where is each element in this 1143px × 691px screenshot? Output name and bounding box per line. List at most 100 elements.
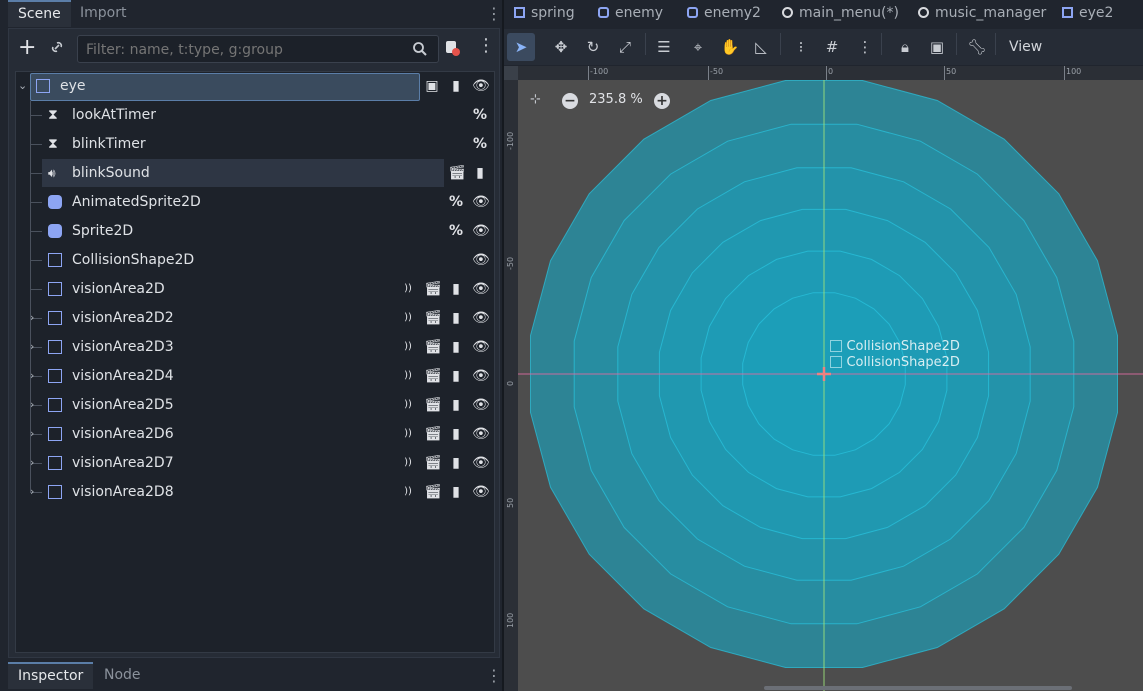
- tree-row-CollisionShape2D[interactable]: CollisionShape2D 👁︎: [16, 246, 492, 275]
- group-icon[interactable]: ▣: [923, 33, 951, 61]
- tree-row-visionArea2D5[interactable]: › visionArea2D5 👁︎ ▮ 🎬︎)): [16, 391, 492, 420]
- eye-icon[interactable]: 👁︎: [472, 455, 490, 471]
- eye-icon[interactable]: 👁︎: [472, 194, 490, 210]
- tree-row-eye[interactable]: ⌄ eye 👁︎ ▮ ▣: [16, 72, 492, 101]
- pivot-tool-icon[interactable]: ⌖: [684, 33, 712, 61]
- clapper-icon[interactable]: 🎬︎: [424, 368, 442, 384]
- clapper-icon[interactable]: 🎬︎: [424, 426, 442, 442]
- ruler-tool-icon[interactable]: ◺: [747, 33, 775, 61]
- unique-name-icon[interactable]: %: [472, 136, 488, 152]
- filter-field[interactable]: [77, 35, 439, 64]
- script-icon[interactable]: ▮: [448, 426, 464, 442]
- move-tool-icon[interactable]: ✥: [547, 33, 575, 61]
- signal-icon[interactable]: )): [400, 281, 416, 297]
- script-filter-icon[interactable]: [443, 39, 461, 57]
- zoom-level[interactable]: 235.8 %: [589, 92, 643, 107]
- dock-menu-icon[interactable]: ⋮: [486, 4, 502, 23]
- rotate-tool-icon[interactable]: ↻: [579, 33, 607, 61]
- eye-icon[interactable]: 👁︎: [472, 339, 490, 355]
- select-tool-icon[interactable]: ➤: [507, 33, 535, 61]
- smart-snap-icon[interactable]: ⁝: [787, 33, 815, 61]
- signal-icon[interactable]: )): [400, 310, 416, 326]
- signal-icon[interactable]: )): [400, 426, 416, 442]
- canvas-viewport[interactable]: -100 -50 0 50 100 -100 -50 0 50 100 ⊹ − 235.8 % …: [504, 66, 1143, 691]
- script-icon[interactable]: ▮: [448, 368, 464, 384]
- tree-row-AnimatedSprite2D[interactable]: AnimatedSprite2D 👁︎%: [16, 188, 492, 217]
- eye-icon[interactable]: 👁︎: [472, 310, 490, 326]
- eye-icon[interactable]: 👁︎: [472, 484, 490, 500]
- tree-row-visionArea2D4[interactable]: › visionArea2D4 👁︎ ▮ 🎬︎)): [16, 362, 492, 391]
- tree-row-Sprite2D[interactable]: Sprite2D 👁︎%: [16, 217, 492, 246]
- add-node-icon[interactable]: +: [18, 35, 36, 61]
- list-select-icon[interactable]: ☰: [650, 33, 678, 61]
- tab-import[interactable]: Import: [70, 0, 136, 27]
- snap-options-icon[interactable]: ⋮: [851, 33, 879, 61]
- scale-tool-icon[interactable]: ⤢: [611, 33, 639, 61]
- script-icon[interactable]: ▮: [448, 339, 464, 355]
- center-view-icon[interactable]: ⊹: [530, 92, 541, 107]
- eye-icon[interactable]: 👁︎: [472, 281, 490, 297]
- clapper-icon[interactable]: 🎬︎: [424, 339, 442, 355]
- script-icon[interactable]: ▮: [472, 165, 488, 181]
- clapper-icon[interactable]: 🎬︎: [424, 397, 442, 413]
- tree-row-visionArea2D[interactable]: visionArea2D 👁︎ ▮ 🎬︎)): [16, 275, 492, 304]
- tree-row-lookAtTimer[interactable]: ⧗ lookAtTimer%: [16, 101, 492, 130]
- script-icon[interactable]: ▮: [448, 281, 464, 297]
- chevron-down-icon[interactable]: ⌄: [18, 79, 27, 92]
- bone-icon[interactable]: 🦴︎: [963, 33, 991, 61]
- grid-snap-icon[interactable]: #: [818, 33, 846, 61]
- unique-name-icon[interactable]: %: [448, 223, 464, 239]
- signal-icon[interactable]: )): [400, 397, 416, 413]
- script-icon[interactable]: ▮: [448, 455, 464, 471]
- clapper-icon[interactable]: 🎬︎: [424, 310, 442, 326]
- scene-tab[interactable]: eye2: [1062, 0, 1113, 27]
- eye-icon[interactable]: 👁︎: [472, 78, 490, 94]
- script-icon[interactable]: ▮: [448, 310, 464, 326]
- scene-tab[interactable]: music_manager: [918, 0, 1046, 27]
- signal-icon[interactable]: )): [400, 339, 416, 355]
- zoom-out-icon[interactable]: −: [562, 93, 578, 109]
- group-icon[interactable]: ▣: [424, 78, 440, 94]
- signal-icon[interactable]: )): [400, 484, 416, 500]
- signal-icon[interactable]: )): [400, 368, 416, 384]
- filter-input[interactable]: [84, 36, 408, 64]
- script-icon[interactable]: ▮: [448, 78, 464, 94]
- clapper-icon[interactable]: 🎬︎: [448, 165, 466, 181]
- script-icon[interactable]: ▮: [448, 397, 464, 413]
- ruler-corner: [504, 66, 518, 80]
- tree-row-visionArea2D6[interactable]: › visionArea2D6 👁︎ ▮ 🎬︎)): [16, 420, 492, 449]
- eye-icon[interactable]: 👁︎: [472, 426, 490, 442]
- tree-row-visionArea2D7[interactable]: › visionArea2D7 👁︎ ▮ 🎬︎)): [16, 449, 492, 478]
- signal-icon[interactable]: )): [400, 455, 416, 471]
- pan-tool-icon[interactable]: ✋: [716, 33, 744, 61]
- scene-tab[interactable]: main_menu(*): [782, 0, 899, 27]
- clapper-icon[interactable]: 🎬︎: [424, 281, 442, 297]
- unique-name-icon[interactable]: %: [448, 194, 464, 210]
- unique-name-icon[interactable]: %: [472, 107, 488, 123]
- scene-tab[interactable]: enemy2: [687, 0, 761, 27]
- scene-menu-icon[interactable]: ⋮: [477, 35, 495, 56]
- link-icon[interactable]: [49, 39, 65, 55]
- tree-row-blinkTimer[interactable]: ⧗ blinkTimer%: [16, 130, 492, 159]
- tab-inspector[interactable]: Inspector: [8, 662, 94, 689]
- lock-icon[interactable]: 🔒︎: [891, 33, 919, 61]
- tree-row-visionArea2D2[interactable]: › visionArea2D2 👁︎ ▮ 🎬︎)): [16, 304, 492, 333]
- eye-icon[interactable]: 👁︎: [472, 368, 490, 384]
- tree-row-blinkSound[interactable]: 🔊︎ blinkSound ▮ 🎬︎: [16, 159, 492, 188]
- eye-icon[interactable]: 👁︎: [472, 252, 490, 268]
- tree-row-visionArea2D3[interactable]: › visionArea2D3 👁︎ ▮ 🎬︎)): [16, 333, 492, 362]
- clapper-icon[interactable]: 🎬︎: [424, 455, 442, 471]
- clapper-icon[interactable]: 🎬︎: [424, 484, 442, 500]
- inspector-menu-icon[interactable]: ⋮: [486, 666, 502, 685]
- tab-scene[interactable]: Scene: [8, 0, 71, 27]
- scene-tab[interactable]: spring: [514, 0, 575, 27]
- eye-icon[interactable]: 👁︎: [472, 397, 490, 413]
- scene-tab[interactable]: enemy: [598, 0, 663, 27]
- horizontal-scrollbar[interactable]: [764, 686, 1072, 690]
- tab-node[interactable]: Node: [94, 662, 151, 689]
- tree-row-visionArea2D8[interactable]: › visionArea2D8 👁︎ ▮ 🎬︎)): [16, 478, 492, 507]
- eye-icon[interactable]: 👁︎: [472, 223, 490, 239]
- view-menu-button[interactable]: View: [1009, 33, 1042, 61]
- zoom-in-icon[interactable]: +: [654, 93, 670, 109]
- script-icon[interactable]: ▮: [448, 484, 464, 500]
